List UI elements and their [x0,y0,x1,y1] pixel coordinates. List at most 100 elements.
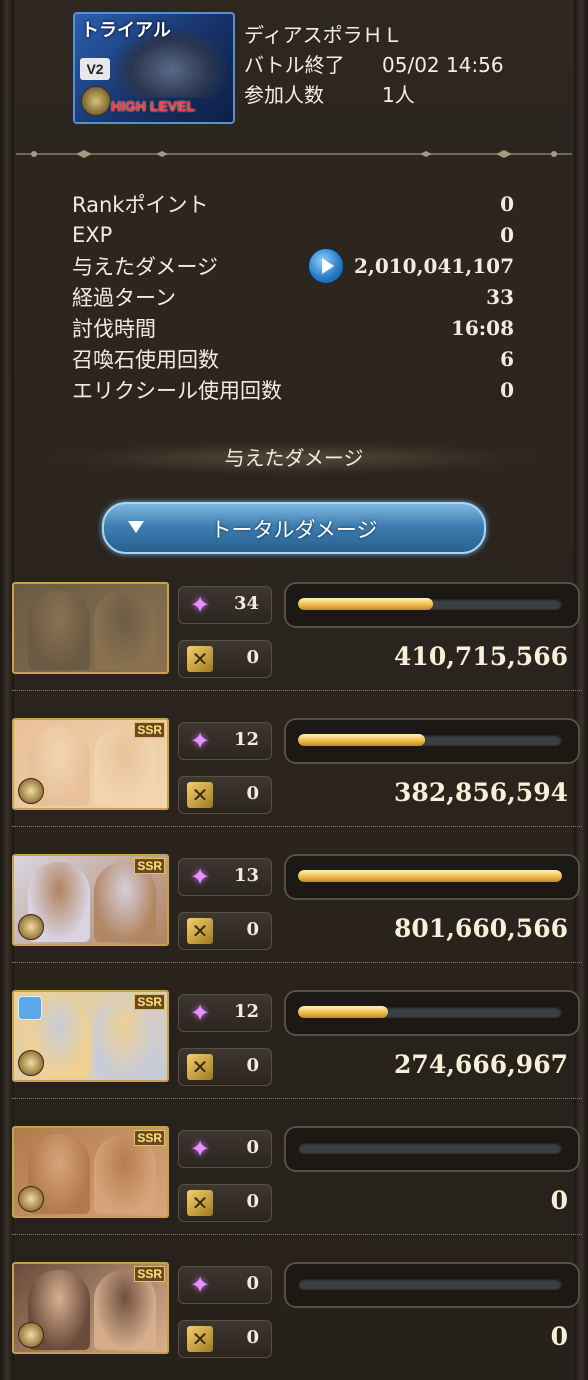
stat-summon-uses: 召喚石使用回数 6 [72,343,514,374]
chain-burst-icon: ✕ [187,918,213,944]
stat-battle-time: 討伐時間 16:08 [72,312,514,343]
participants-label: 参加人数 [244,83,324,107]
character-row: SSR ✦ 0 ✕ 0 0 [12,1262,582,1362]
star-icon: ✦ [189,1271,211,1299]
character-row: SSR ✦ 12 ✕ 0 274,666,967 [12,990,582,1099]
ougi-count: 0 [246,1273,259,1294]
row-divider [12,962,582,963]
stat-label: エリクシール使用回数 [72,378,282,403]
character-figure [94,1270,156,1350]
stat-value: 2,010,041,107 [353,253,514,278]
chain-burst-count: 0 [246,1055,259,1076]
stat-elixir-uses: エリクシール使用回数 0 [72,374,514,405]
chain-burst-icon: ✕ [187,1190,213,1216]
damage-bar-track [298,1142,562,1154]
chain-burst-count-box: ✕ 0 [178,1048,272,1086]
element-orb-icon [18,914,44,940]
ougi-count: 13 [233,865,259,886]
damage-bar-fill [298,734,425,746]
damage-bar-fill [298,870,562,882]
chain-burst-count-box: ✕ 0 [178,640,272,678]
total-damage-label: トータルダメージ [210,518,378,542]
stat-value: 33 [486,284,514,309]
ougi-count: 12 [233,729,259,750]
character-row: SSR ✦ 0 ✕ 0 0 [12,1126,582,1235]
damage-bar [284,854,580,900]
character-row: SSR ✦ 12 ✕ 0 382,856,594 [12,718,582,827]
ougi-count-box: ✦ 34 [178,586,272,624]
badge-trial-label: トライアル [81,20,171,40]
element-orb-icon [18,1186,44,1212]
character-damage: 801,660,566 [394,914,568,943]
ssr-badge: SSR [134,858,165,874]
damage-section-title: 与えたダメージ [40,440,548,476]
battle-end-label: バトル終了 [244,53,345,77]
row-divider [12,1098,582,1099]
stat-label: 与えたダメージ [72,254,218,279]
damage-bar [284,990,580,1036]
ougi-count: 0 [246,1137,259,1158]
stats-list: Rankポイント 0 EXP 0 与えたダメージ 2,010,041,107 経… [72,188,514,405]
badge-version: V2 [80,58,110,80]
stat-label: 経過ターン [72,285,176,310]
play-icon[interactable] [307,247,344,284]
star-icon: ✦ [189,999,211,1027]
quest-name: ディアスポラＨＬ [244,23,403,47]
damage-bar [284,1126,580,1172]
chain-burst-count: 0 [246,1191,259,1212]
damage-bar-fill [298,598,433,610]
character-row: SSR ✦ 13 ✕ 0 801,660,566 [12,854,582,963]
ougi-count: 12 [233,1001,259,1022]
total-damage-dropdown[interactable]: トータルダメージ [102,502,486,554]
damage-bar [284,718,580,764]
ougi-count-box: ✦ 12 [178,722,272,760]
chain-burst-count: 0 [246,1327,259,1348]
damage-bar-track [298,734,562,746]
stat-value: 16:08 [450,315,514,340]
character-figure [94,998,156,1078]
ssr-badge: SSR [134,722,165,738]
star-icon: ✦ [189,591,211,619]
chain-burst-icon: ✕ [187,646,213,672]
chain-burst-count: 0 [246,783,259,804]
character-damage: 410,715,566 [394,642,568,671]
ougi-count: 34 [233,593,259,614]
damage-bar [284,582,580,628]
chain-burst-count-box: ✕ 0 [178,1320,272,1358]
stat-value: 0 [500,191,514,216]
character-figure [94,862,156,942]
character-portrait[interactable]: SSR [12,1126,169,1218]
character-damage: 0 [550,1186,568,1215]
battle-end-value: 05/02 14:56 [382,53,504,77]
row-divider [12,826,582,827]
stat-value: 0 [500,222,514,247]
damage-bar-track [298,870,562,882]
stat-label: 召喚石使用回数 [72,347,219,372]
ougi-count-box: ✦ 0 [178,1130,272,1168]
stat-label: Rankポイント [72,192,209,217]
row-divider [12,690,582,691]
character-figure [94,1134,156,1214]
stat-label: EXP [72,222,113,247]
stat-turns: 経過ターン 33 [72,281,514,312]
star-icon: ✦ [189,863,211,891]
character-portrait[interactable] [12,582,169,674]
character-figure [94,726,156,806]
badge-level-label: HIGH LEVEL [111,98,196,114]
ssr-badge: SSR [134,1130,165,1146]
ougi-count-box: ✦ 13 [178,858,272,896]
result-header: トライアル V2 HIGH LEVEL ディアスポラＨＬ バトル終了 05/02… [0,0,588,130]
character-portrait[interactable]: SSR [12,718,169,810]
stat-value: 6 [500,346,514,371]
element-orb-icon [18,1322,44,1348]
damage-bar-fill [298,1006,388,1018]
character-portrait[interactable]: SSR [12,990,169,1082]
quest-badge: トライアル V2 HIGH LEVEL [73,12,235,124]
character-portrait[interactable]: SSR [12,1262,169,1354]
chain-burst-count-box: ✕ 0 [178,776,272,814]
element-orb-icon [18,778,44,804]
character-portrait[interactable]: SSR [12,854,169,946]
damage-bar-track [298,1006,562,1018]
stat-label: 討伐時間 [72,316,156,341]
damage-bar [284,1262,580,1308]
